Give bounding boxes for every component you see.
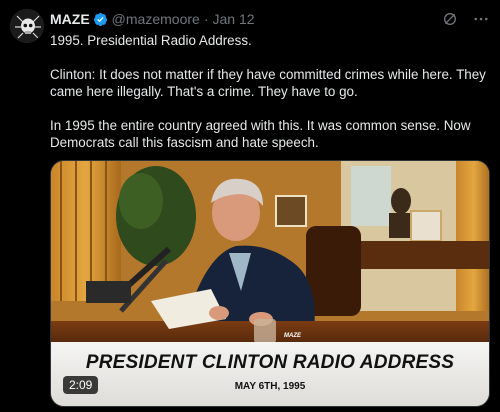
tweet-date[interactable]: Jan 12 [212,11,254,27]
author-name[interactable]: MAZE [50,11,90,27]
skull-avatar-icon [11,10,43,42]
tweet-line-2: Clinton: It does not matter if they have… [50,67,486,99]
tweet-line-3: In 1995 the entire country agreed with t… [50,118,471,150]
video-caption-date: MAY 6TH, 1995 [234,381,306,392]
avatar[interactable] [10,9,44,43]
video-watermark: MAZE [284,333,301,339]
tweet-text: 1995. Presidential Radio Address. Clinto… [50,32,490,151]
tweet-line-1: 1995. Presidential Radio Address. [50,33,252,48]
video-caption-title: PRESIDENT CLINTON RADIO ADDRESS [85,352,455,373]
more-icon[interactable] [472,10,490,28]
verified-badge-icon [93,12,107,26]
video-duration-badge: 2:09 [63,376,99,394]
video-caption-bar: PRESIDENT CLINTON RADIO ADDRESS MAY 6TH,… [51,342,489,406]
author-handle[interactable]: @mazemoore [112,11,200,27]
grok-icon[interactable] [442,11,458,27]
tweet-header: MAZE @mazemoore · Jan 12 [50,9,490,29]
separator-dot: · [203,11,209,27]
video-player[interactable]: MAZE PRESIDENT CLINTON RADIO ADDRESS MAY… [50,160,490,407]
